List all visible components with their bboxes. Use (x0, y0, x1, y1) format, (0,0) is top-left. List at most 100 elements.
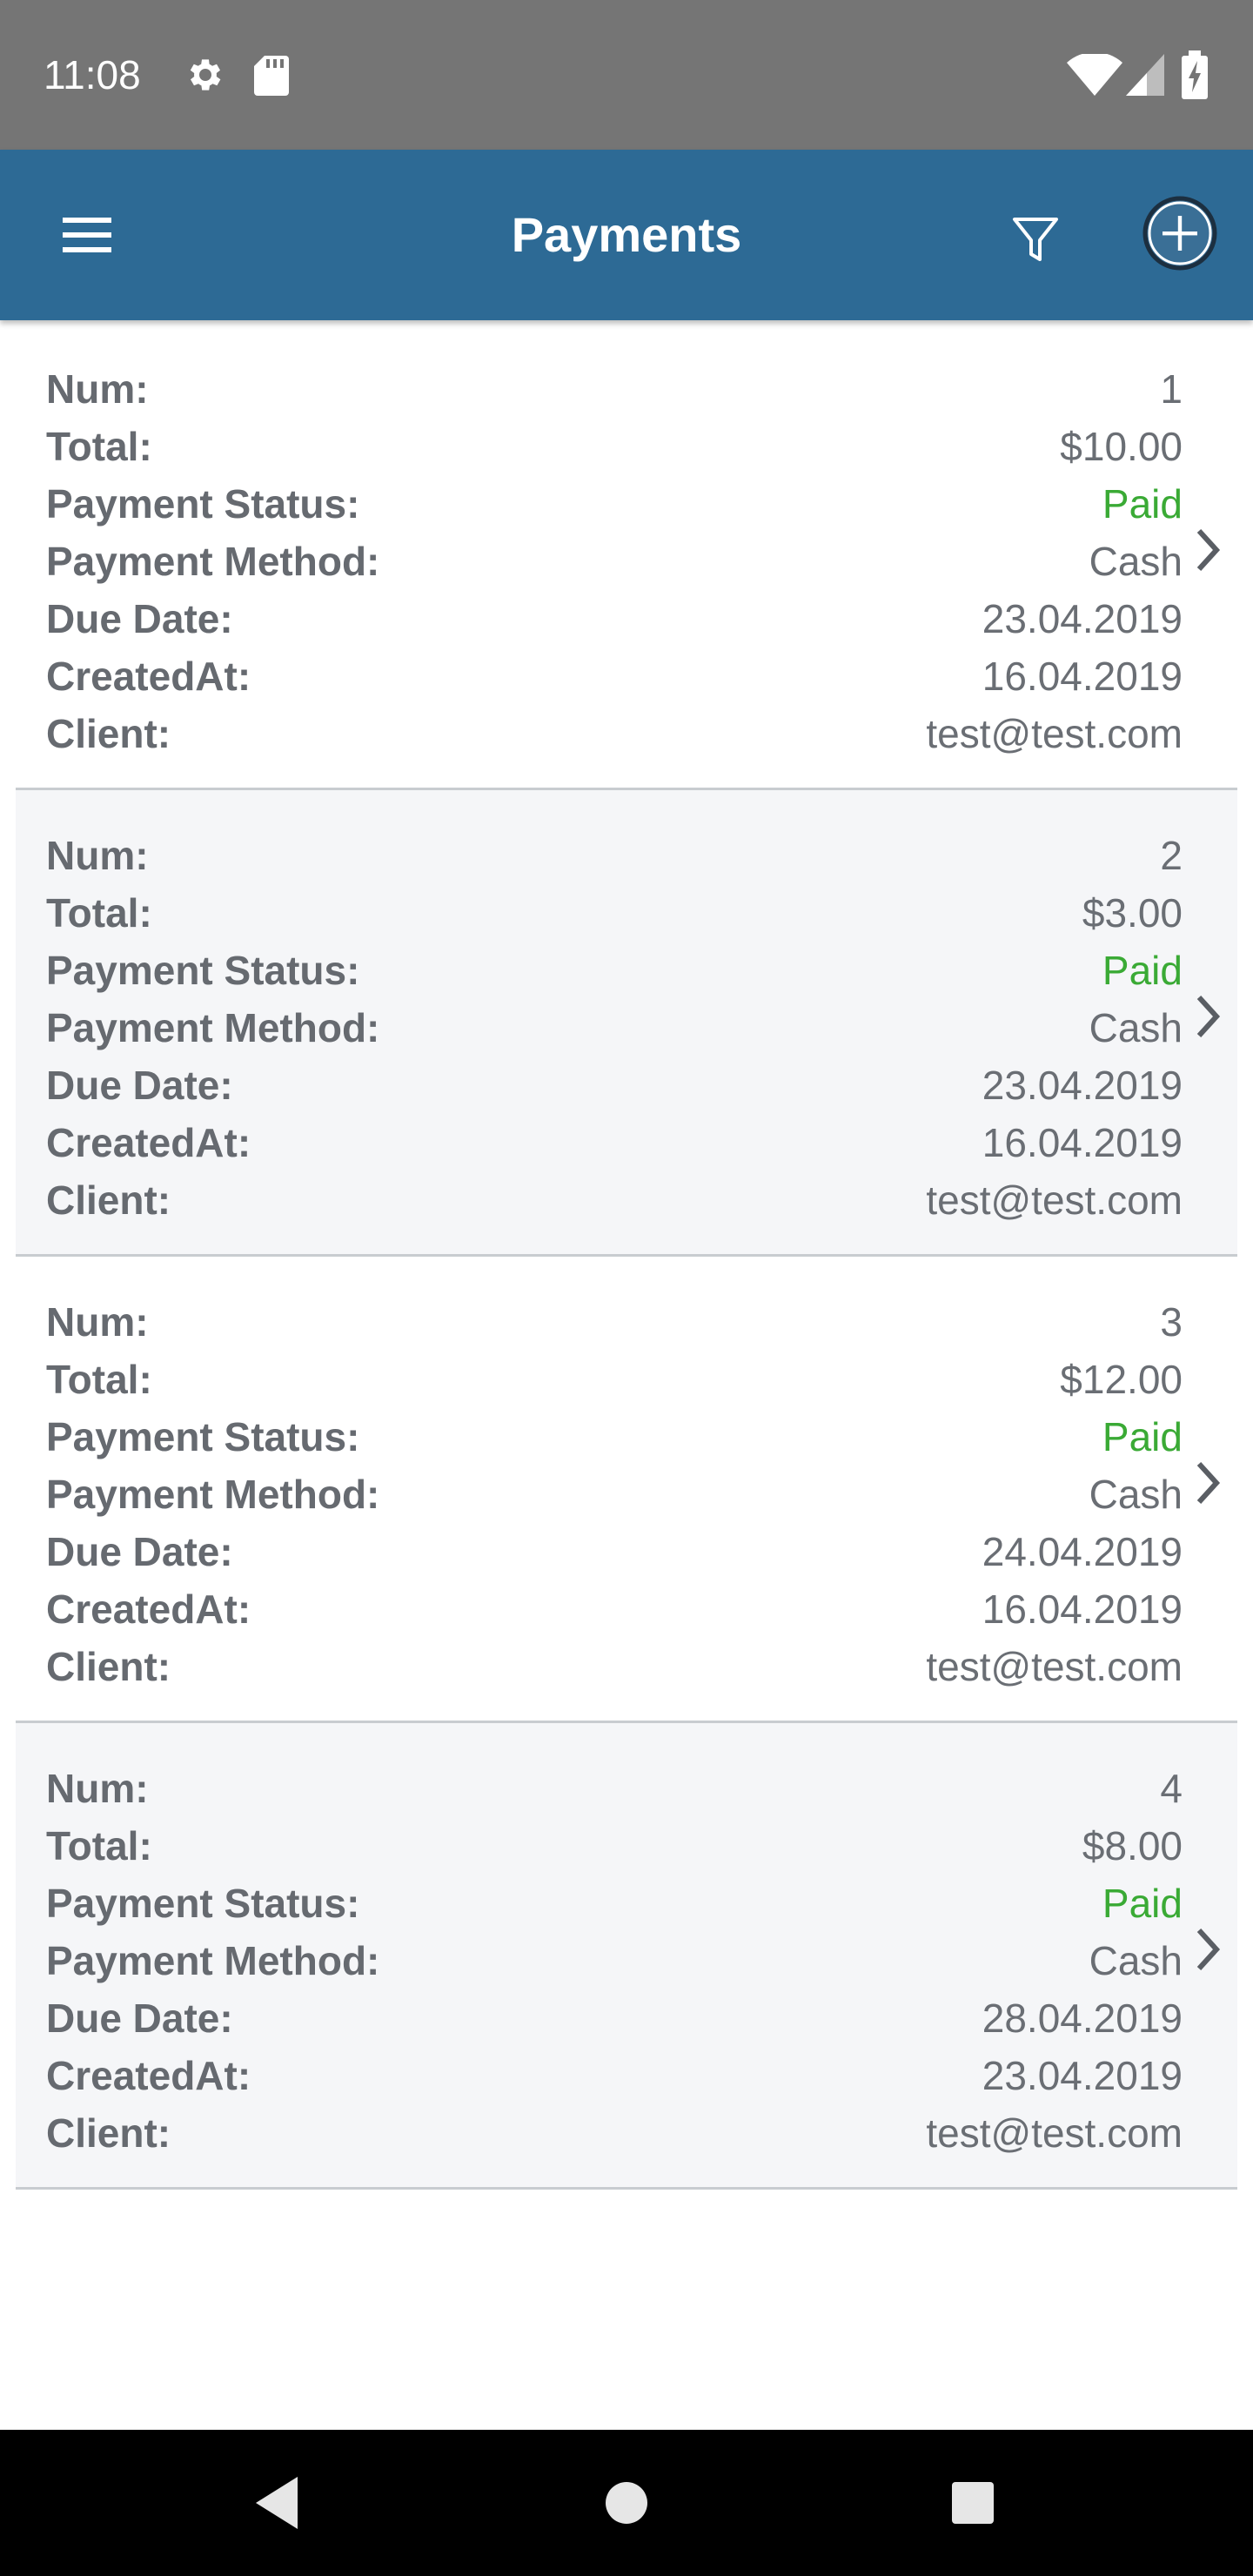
client-label: Client: (46, 1177, 171, 1223)
method-value: Cash (1089, 539, 1183, 584)
payment-card[interactable]: Num: 4 Total: $8.00 Payment Status: Paid… (16, 1723, 1237, 2190)
status-bar: 11:08 (0, 0, 1253, 150)
back-icon[interactable] (249, 2470, 305, 2536)
total-label: Total: (46, 1823, 152, 1868)
client-value: test@test.com (926, 711, 1183, 756)
num-value: 3 (1160, 1299, 1183, 1345)
total-value: $8.00 (1082, 1823, 1183, 1868)
method-value: Cash (1089, 1472, 1183, 1517)
total-label: Total: (46, 890, 152, 936)
num-row: Num: 3 (46, 1293, 1183, 1351)
due-date-value: 23.04.2019 (982, 1063, 1183, 1108)
filter-button[interactable] (1001, 204, 1070, 273)
total-value: $3.00 (1082, 890, 1183, 936)
chevron-right-icon (1196, 1928, 1221, 1971)
due-date-label: Due Date: (46, 1063, 233, 1108)
method-label: Payment Method: (46, 1472, 380, 1517)
created-at-row: CreatedAt: 23.04.2019 (46, 2047, 1183, 2104)
status-row: Payment Status: Paid (46, 1408, 1183, 1466)
gear-icon (190, 59, 221, 91)
status-value: Paid (1102, 948, 1183, 993)
payment-card[interactable]: Num: 2 Total: $3.00 Payment Status: Paid… (16, 790, 1237, 1257)
add-payment-button[interactable] (1140, 193, 1220, 273)
created-at-row: CreatedAt: 16.04.2019 (46, 647, 1183, 705)
home-icon[interactable] (604, 2480, 649, 2526)
status-time: 11:08 (44, 52, 141, 97)
due-date-row: Due Date: 23.04.2019 (46, 590, 1183, 647)
client-row: Client: test@test.com (46, 2104, 1183, 2162)
client-label: Client: (46, 1644, 171, 1689)
client-value: test@test.com (926, 2110, 1183, 2156)
filter-icon (1013, 218, 1058, 261)
client-label: Client: (46, 711, 171, 756)
total-value: $12.00 (1060, 1357, 1183, 1402)
client-row: Client: test@test.com (46, 705, 1183, 762)
created-at-row: CreatedAt: 16.04.2019 (46, 1580, 1183, 1638)
created-at-value: 23.04.2019 (982, 2053, 1183, 2098)
client-value: test@test.com (926, 1177, 1183, 1223)
payment-card[interactable]: Num: 1 Total: $10.00 Payment Status: Pai… (16, 324, 1237, 790)
status-label: Payment Status: (46, 481, 360, 527)
total-label: Total: (46, 1357, 152, 1402)
payment-list: Num: 1 Total: $10.00 Payment Status: Pai… (16, 324, 1237, 2190)
status-row: Payment Status: Paid (46, 475, 1183, 533)
total-row: Total: $12.00 (46, 1351, 1183, 1408)
num-label: Num: (46, 833, 149, 878)
created-at-label: CreatedAt: (46, 1587, 251, 1632)
total-row: Total: $10.00 (46, 418, 1183, 475)
status-row: Payment Status: Paid (46, 1875, 1183, 1932)
num-value: 2 (1160, 833, 1183, 878)
due-date-row: Due Date: 28.04.2019 (46, 1989, 1183, 2047)
created-at-label: CreatedAt: (46, 1120, 251, 1165)
menu-icon (63, 218, 111, 252)
method-label: Payment Method: (46, 1938, 380, 1983)
num-value: 1 (1160, 366, 1183, 412)
total-label: Total: (46, 424, 152, 469)
payment-card[interactable]: Num: 3 Total: $12.00 Payment Status: Pai… (16, 1257, 1237, 1723)
total-row: Total: $3.00 (46, 884, 1183, 942)
status-value: Paid (1102, 1881, 1183, 1926)
created-at-value: 16.04.2019 (982, 1587, 1183, 1632)
status-label: Payment Status: (46, 1881, 360, 1926)
cell-signal-icon (1126, 54, 1164, 96)
num-label: Num: (46, 1299, 149, 1345)
status-label: Payment Status: (46, 948, 360, 993)
due-date-label: Due Date: (46, 596, 233, 641)
total-value: $10.00 (1060, 424, 1183, 469)
client-label: Client: (46, 2110, 171, 2156)
client-row: Client: test@test.com (46, 1638, 1183, 1695)
app-bar: Payments (0, 150, 1253, 320)
method-label: Payment Method: (46, 1005, 380, 1050)
status-row: Payment Status: Paid (46, 942, 1183, 999)
due-date-row: Due Date: 23.04.2019 (46, 1057, 1183, 1114)
client-value: test@test.com (926, 1644, 1183, 1689)
created-at-row: CreatedAt: 16.04.2019 (46, 1114, 1183, 1171)
add-circle-icon (1142, 196, 1217, 271)
created-at-value: 16.04.2019 (982, 1120, 1183, 1165)
num-value: 4 (1160, 1766, 1183, 1811)
client-row: Client: test@test.com (46, 1171, 1183, 1229)
num-label: Num: (46, 1766, 149, 1811)
due-date-label: Due Date: (46, 1529, 233, 1574)
due-date-value: 28.04.2019 (982, 1996, 1183, 2041)
due-date-label: Due Date: (46, 1996, 233, 2041)
due-date-row: Due Date: 24.04.2019 (46, 1523, 1183, 1580)
created-at-value: 16.04.2019 (982, 654, 1183, 699)
wifi-icon (1067, 54, 1122, 96)
method-value: Cash (1089, 1005, 1183, 1050)
num-label: Num: (46, 366, 149, 412)
total-row: Total: $8.00 (46, 1817, 1183, 1875)
status-label: Payment Status: (46, 1414, 360, 1459)
menu-button[interactable] (52, 200, 122, 270)
method-value: Cash (1089, 1938, 1183, 1983)
created-at-label: CreatedAt: (46, 2053, 251, 2098)
chevron-right-icon (1196, 1461, 1221, 1505)
created-at-label: CreatedAt: (46, 654, 251, 699)
chevron-right-icon (1196, 528, 1221, 572)
num-row: Num: 2 (46, 827, 1183, 884)
navigation-bar (0, 2430, 1253, 2576)
recents-icon[interactable] (950, 2480, 995, 2526)
status-value: Paid (1102, 481, 1183, 527)
method-row: Payment Method: Cash (46, 533, 1183, 590)
sd-card-icon (254, 56, 289, 96)
